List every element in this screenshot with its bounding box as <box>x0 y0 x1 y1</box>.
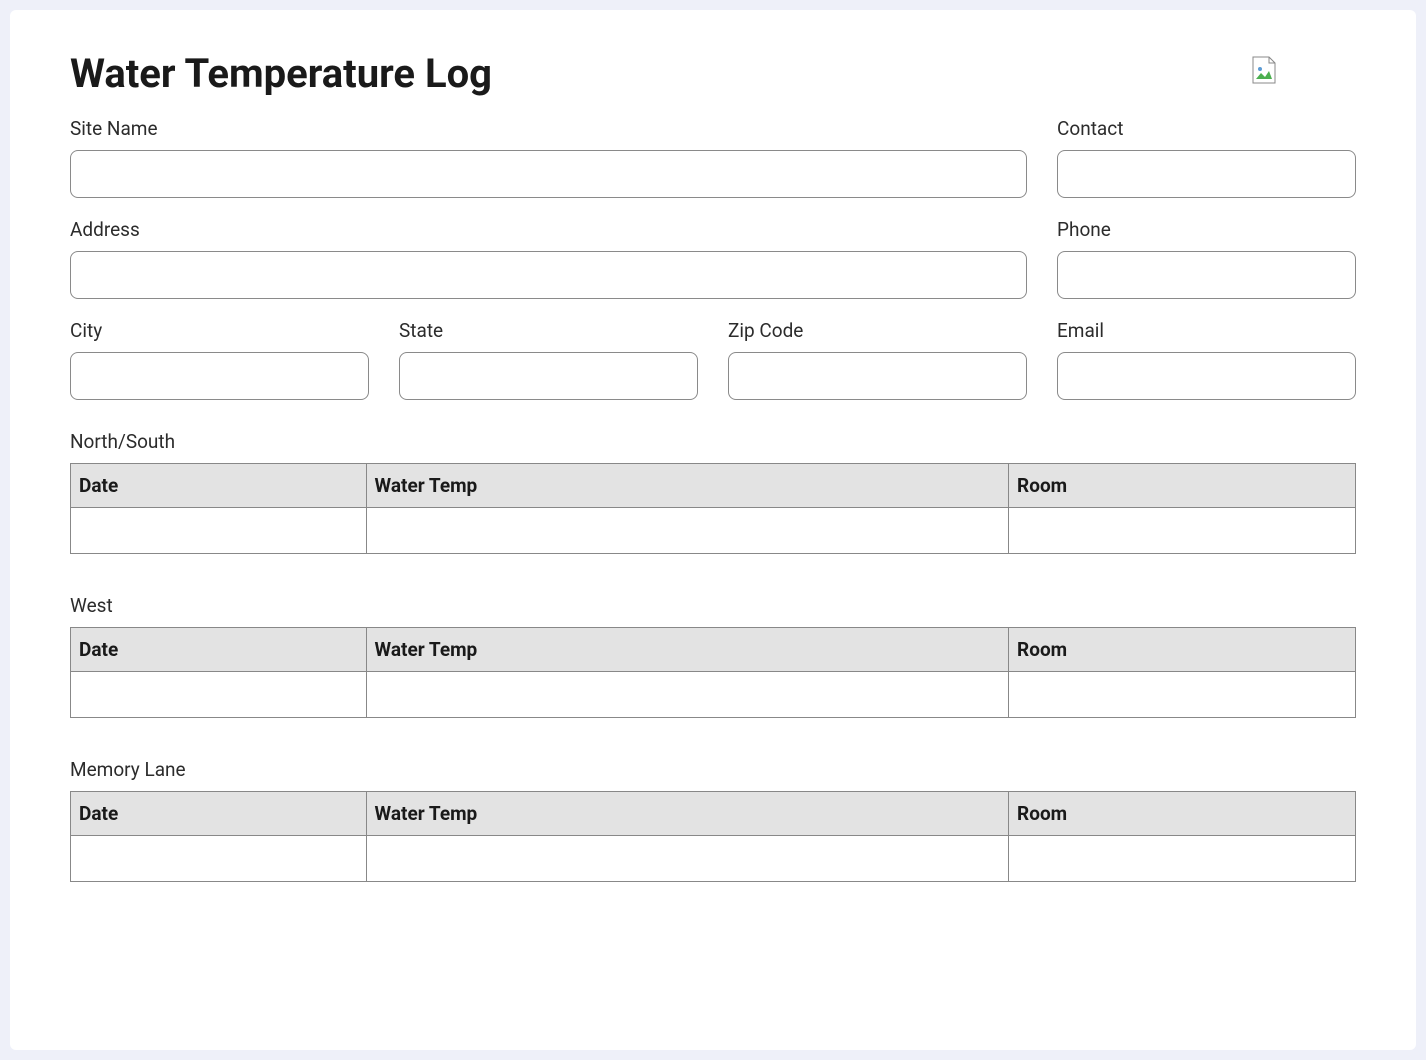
label-city: City <box>70 319 369 342</box>
section-title: North/South <box>70 430 1356 453</box>
email-input[interactable] <box>1057 352 1356 400</box>
cell-date[interactable] <box>71 836 367 882</box>
page-container: Water Temperature Log Site Name Contact … <box>10 10 1416 1050</box>
field-zip: Zip Code <box>728 319 1027 400</box>
table-row <box>71 672 1356 718</box>
contact-input[interactable] <box>1057 150 1356 198</box>
section-title: West <box>70 594 1356 617</box>
table-row <box>71 508 1356 554</box>
log-table-west: Date Water Temp Room <box>70 627 1356 718</box>
cell-room[interactable] <box>1009 836 1356 882</box>
label-phone: Phone <box>1057 218 1356 241</box>
page-title: Water Temperature Log <box>70 50 492 97</box>
zip-input[interactable] <box>728 352 1027 400</box>
th-room: Room <box>1009 792 1356 836</box>
section-title: Memory Lane <box>70 758 1356 781</box>
field-city: City <box>70 319 369 400</box>
city-input[interactable] <box>70 352 369 400</box>
th-water-temp: Water Temp <box>366 464 1009 508</box>
table-header-row: Date Water Temp Room <box>71 628 1356 672</box>
field-phone: Phone <box>1057 218 1356 299</box>
section-north-south: North/South Date Water Temp Room <box>70 430 1356 554</box>
cell-water-temp[interactable] <box>366 508 1009 554</box>
state-input[interactable] <box>399 352 698 400</box>
cell-room[interactable] <box>1009 508 1356 554</box>
th-date: Date <box>71 464 367 508</box>
address-input[interactable] <box>70 251 1027 299</box>
cell-water-temp[interactable] <box>366 672 1009 718</box>
th-water-temp: Water Temp <box>366 792 1009 836</box>
th-date: Date <box>71 792 367 836</box>
field-state: State <box>399 319 698 400</box>
section-west: West Date Water Temp Room <box>70 594 1356 718</box>
field-site-name: Site Name <box>70 117 1027 198</box>
log-table-memory-lane: Date Water Temp Room <box>70 791 1356 882</box>
label-zip: Zip Code <box>728 319 1027 342</box>
cell-room[interactable] <box>1009 672 1356 718</box>
log-table-north-south: Date Water Temp Room <box>70 463 1356 554</box>
section-memory-lane: Memory Lane Date Water Temp Room <box>70 758 1356 882</box>
cell-water-temp[interactable] <box>366 836 1009 882</box>
field-email: Email <box>1057 319 1356 400</box>
header-row: Water Temperature Log <box>70 50 1356 97</box>
cell-date[interactable] <box>71 508 367 554</box>
cell-date[interactable] <box>71 672 367 718</box>
form-grid: Site Name Contact Address Phone City Sta… <box>70 117 1356 400</box>
label-email: Email <box>1057 319 1356 342</box>
label-contact: Contact <box>1057 117 1356 140</box>
phone-input[interactable] <box>1057 251 1356 299</box>
th-room: Room <box>1009 464 1356 508</box>
field-contact: Contact <box>1057 117 1356 198</box>
table-row <box>71 836 1356 882</box>
th-room: Room <box>1009 628 1356 672</box>
table-header-row: Date Water Temp Room <box>71 464 1356 508</box>
th-water-temp: Water Temp <box>366 628 1009 672</box>
label-address: Address <box>70 218 1027 241</box>
label-site-name: Site Name <box>70 117 1027 140</box>
site-name-input[interactable] <box>70 150 1027 198</box>
label-state: State <box>399 319 698 342</box>
table-header-row: Date Water Temp Room <box>71 792 1356 836</box>
field-address: Address <box>70 218 1027 299</box>
th-date: Date <box>71 628 367 672</box>
broken-image-icon <box>1252 56 1276 84</box>
